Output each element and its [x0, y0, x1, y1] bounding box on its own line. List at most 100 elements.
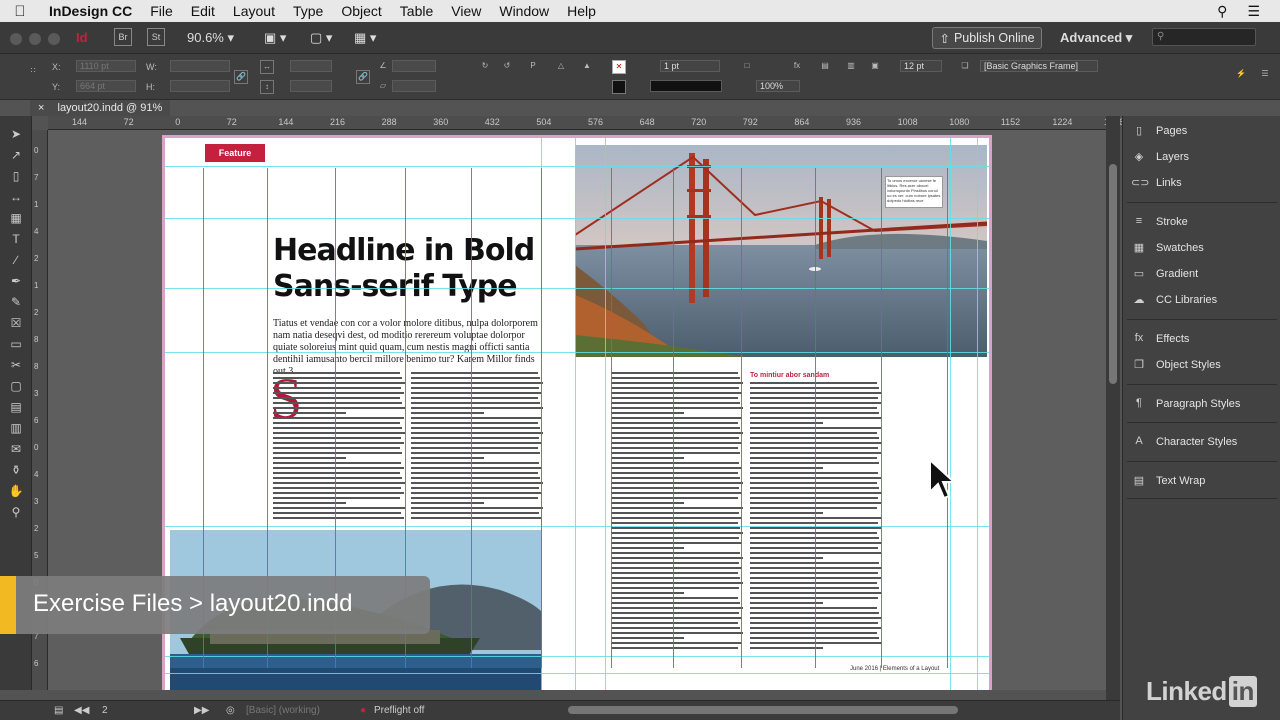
constrain-proportions-icon[interactable]: 🔗 [234, 70, 248, 84]
menu-file[interactable]: File [141, 3, 182, 19]
menu-object[interactable]: Object [332, 3, 390, 19]
pencil-tool-icon[interactable]: ✎ [8, 294, 24, 310]
scale-x-icon[interactable]: ↔ [260, 60, 274, 74]
arrange-documents-icon[interactable]: ▦ ▾ [354, 30, 376, 46]
document-tab[interactable]: × layout20.indd @ 91% [30, 100, 170, 116]
apple-menu-icon[interactable]:  [0, 3, 40, 20]
selection-tool-icon[interactable]: ➤ [8, 126, 24, 142]
stroke-swatch-icon[interactable] [612, 80, 626, 94]
rectangle-tool-icon[interactable]: ▭ [8, 336, 24, 352]
body-column-4[interactable] [750, 382, 882, 652]
panel-stroke[interactable]: ≡ Stroke [1131, 211, 1188, 233]
golden-gate-bridge-photo[interactable]: To omos exceroe uiorese fe ltiblus. Res … [575, 145, 987, 357]
vertical-guide[interactable] [977, 138, 978, 690]
gradient-feather-tool-icon[interactable]: ▥ [8, 420, 24, 436]
line-tool-icon[interactable]: ∕ [8, 252, 24, 268]
notification-center-icon[interactable]: ☰ [1247, 3, 1260, 20]
menu-table[interactable]: Table [391, 3, 442, 19]
scissors-tool-icon[interactable]: ✂ [8, 357, 24, 373]
stroke-type-select[interactable] [650, 80, 722, 92]
panel-object-styles[interactable]: ❐ Object Styles [1131, 354, 1221, 376]
zoom-tool-icon[interactable]: ⚲ [8, 504, 24, 520]
panel-layers[interactable]: ◈ Layers [1131, 146, 1189, 168]
reference-point-icon[interactable]: ∷ [26, 65, 40, 79]
height-field[interactable] [170, 80, 230, 92]
workspace-switcher[interactable]: Advanced ▾ [1060, 30, 1132, 46]
stroke-weight-field[interactable]: 1 pt [660, 60, 720, 72]
zoom-level-select[interactable]: 90.6% ▾ [187, 30, 234, 46]
panel-menu-icon[interactable]: ☰ [1258, 68, 1272, 82]
fitting-icon[interactable]: □ [740, 60, 754, 74]
scale-x-field[interactable] [290, 60, 332, 72]
align-icon[interactable]: ▤ [818, 60, 832, 74]
spotlight-search-icon[interactable]: ⚲ [1217, 3, 1227, 20]
gradient-swatch-tool-icon[interactable]: ▤ [8, 399, 24, 415]
body-column-2[interactable] [411, 372, 543, 522]
quick-apply-icon[interactable]: ⚡ [1234, 68, 1248, 82]
feature-article-tag[interactable]: Feature Article [205, 144, 265, 176]
horizontal-guide[interactable] [165, 656, 989, 657]
view-options-icon[interactable]: ▣ ▾ [264, 30, 286, 46]
body-column-3[interactable] [611, 372, 743, 652]
menu-type[interactable]: Type [284, 3, 332, 19]
object-style-select[interactable]: [Basic Graphics Frame] [980, 60, 1098, 72]
panel-cc-libraries[interactable]: ☁ CC Libraries [1131, 289, 1218, 311]
menu-layout[interactable]: Layout [224, 3, 284, 19]
page-number-field[interactable]: 2 [102, 705, 108, 716]
rectangle-frame-tool-icon[interactable]: ☒ [8, 315, 24, 331]
gap-tool-icon[interactable]: ↔ [8, 189, 24, 205]
panel-pages[interactable]: ▯ Pages [1131, 120, 1187, 142]
rotate-cw-icon[interactable]: ↻ [478, 60, 492, 74]
horizontal-guide[interactable] [165, 352, 989, 353]
minimize-window-button[interactable] [29, 33, 41, 45]
panel-effects[interactable]: fx Effects [1131, 328, 1190, 350]
vertical-guide[interactable] [605, 138, 606, 690]
headline-text-frame[interactable]: Headline in Bold Sans-serif Type [273, 233, 543, 305]
type-tool-icon[interactable]: T [8, 231, 24, 247]
vertical-guide[interactable] [950, 138, 951, 690]
direct-selection-tool-icon[interactable]: ↗ [8, 147, 24, 163]
rotation-angle-field[interactable] [392, 60, 436, 72]
deck-text-frame[interactable]: Tiatus et vendae con cor a volor molore … [273, 318, 541, 378]
panel-character-styles[interactable]: A Character Styles [1131, 431, 1237, 453]
panel-gradient[interactable]: ▭ Gradient [1131, 263, 1198, 285]
publish-online-button[interactable]: ⇧ Publish Online [932, 27, 1042, 49]
content-collector-tool-icon[interactable]: ▦ [8, 210, 24, 226]
close-tab-icon[interactable]: × [38, 102, 44, 114]
frame-fitting-icon[interactable]: ▣ [868, 60, 882, 74]
next-page-button[interactable]: ▶▶ [194, 705, 209, 716]
bridge-button[interactable]: Br [114, 28, 132, 46]
horizontal-guide[interactable] [165, 673, 989, 674]
vertical-scroll-thumb[interactable] [1109, 164, 1117, 384]
horizontal-guide[interactable] [165, 166, 989, 167]
menu-window[interactable]: Window [490, 3, 558, 19]
menu-edit[interactable]: Edit [182, 3, 224, 19]
x-position-field[interactable]: 1110 pt [76, 60, 136, 72]
hand-tool-icon[interactable]: ✋ [8, 483, 24, 499]
distribute-icon[interactable]: ▥ [844, 60, 858, 74]
shear-angle-field[interactable] [392, 80, 436, 92]
panel-swatches[interactable]: ▦ Swatches [1131, 237, 1204, 259]
flip-horizontal-icon[interactable]: △ [554, 60, 568, 74]
panel-paragraph-styles[interactable]: ¶ Paragraph Styles [1131, 393, 1240, 415]
select-container-icon[interactable]: ▲ [580, 60, 594, 74]
zoom-window-button[interactable] [48, 33, 60, 45]
menu-app-name[interactable]: InDesign CC [40, 3, 141, 19]
stock-button[interactable]: St [147, 28, 165, 46]
menu-help[interactable]: Help [558, 3, 605, 19]
y-position-field[interactable]: 664 pt [76, 80, 136, 92]
horizontal-guide[interactable] [165, 526, 989, 527]
rotation-angle-icon[interactable]: ∠ [376, 60, 390, 74]
vertical-scrollbar[interactable] [1106, 116, 1120, 700]
screen-mode-icon[interactable]: ▢ ▾ [310, 30, 332, 46]
profile-label[interactable]: [Basic] (working) [246, 705, 320, 716]
path-icon[interactable]: P [526, 60, 540, 74]
menu-view[interactable]: View [442, 3, 490, 19]
horizontal-guide[interactable] [165, 218, 989, 219]
first-page-button[interactable]: ◀◀ [74, 705, 89, 716]
gap-field[interactable]: 12 pt [900, 60, 942, 72]
opacity-field[interactable]: 100% [756, 80, 800, 92]
open-page-icon[interactable]: ◎ [226, 705, 235, 716]
constrain-scale-icon[interactable]: 🔗 [356, 70, 370, 84]
shear-angle-icon[interactable]: ▱ [376, 80, 390, 94]
